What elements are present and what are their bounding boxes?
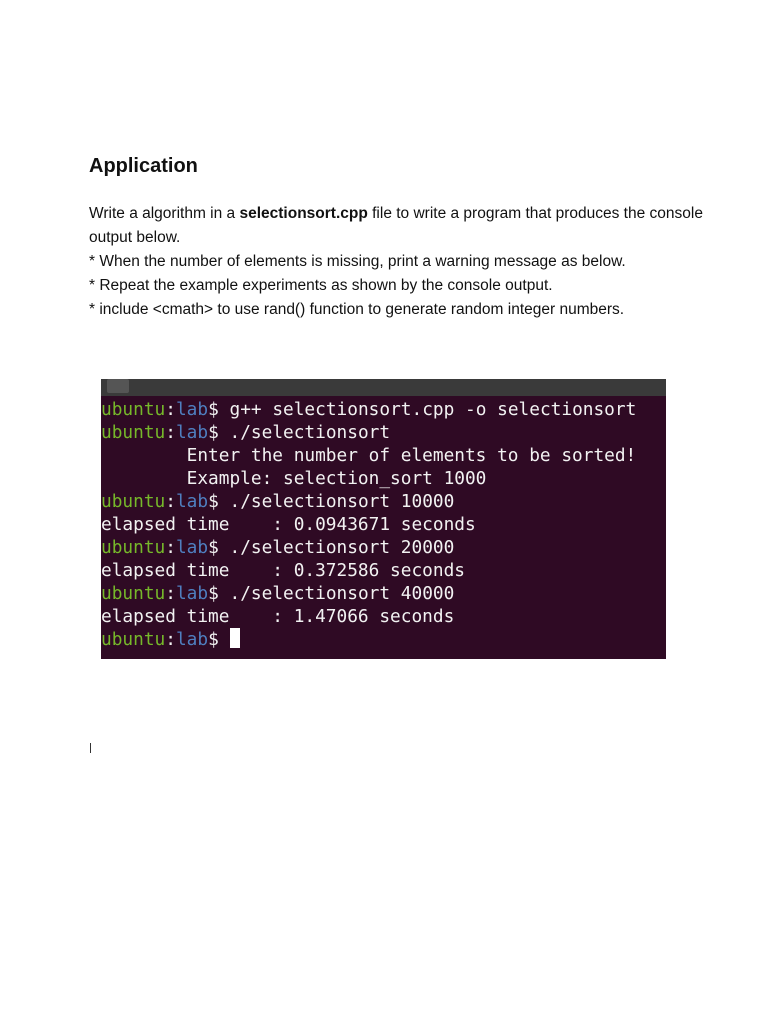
terminal-tab-button — [107, 379, 129, 393]
prompt-separator: : — [165, 399, 176, 420]
terminal-output-line: elapsed time : 1.47066 seconds — [101, 606, 455, 627]
intro-prefix: Write a algorithm in a — [89, 205, 240, 222]
prompt-dir: lab — [175, 537, 209, 558]
prompt-symbol: $ — [208, 537, 230, 558]
terminal-command-line: ubuntu:lab$ g++ selectionsort.cpp -o sel… — [101, 398, 666, 421]
terminal-output-line: elapsed time : 0.372586 seconds — [101, 560, 465, 581]
text-cursor — [90, 743, 91, 753]
command-text: ./selectionsort — [229, 422, 391, 443]
terminal-command-line: ubuntu:lab$ — [101, 628, 666, 651]
bullet: * include <cmath> to use rand() function… — [89, 301, 625, 318]
terminal-output-line: Enter the number of elements to be sorte… — [101, 445, 637, 466]
command-text: g++ selectionsort.cpp -o selectionsort — [229, 399, 637, 420]
prompt-user: ubuntu — [101, 399, 166, 420]
filename: selectionsort.cpp — [239, 205, 368, 222]
prompt-symbol: $ — [208, 422, 230, 443]
terminal-output-line: Example: selection_sort 1000 — [101, 468, 487, 489]
terminal-command-line: ubuntu:lab$ ./selectionsort — [101, 421, 666, 444]
prompt-symbol: $ — [208, 583, 230, 604]
prompt-user: ubuntu — [101, 629, 166, 650]
terminal-title-bar — [101, 379, 666, 396]
prompt-dir: lab — [175, 422, 209, 443]
prompt-separator: : — [165, 491, 176, 512]
prompt-separator: : — [165, 422, 176, 443]
prompt-symbol: $ — [208, 491, 230, 512]
intro-text: Write a algorithm in a selectionsort.cpp… — [89, 202, 709, 250]
bullet: * Repeat the example experiments as show… — [89, 277, 553, 294]
terminal-command-line: ubuntu:lab$ ./selectionsort 10000 — [101, 490, 666, 513]
instructions: Write a algorithm in a selectionsort.cpp… — [89, 202, 709, 322]
prompt-dir: lab — [175, 629, 209, 650]
prompt-separator: : — [165, 583, 176, 604]
prompt-symbol: $ — [208, 629, 230, 650]
prompt-separator: : — [165, 629, 176, 650]
terminal-cursor — [229, 628, 240, 648]
prompt-dir: lab — [175, 491, 209, 512]
command-text: ./selectionsort 10000 — [229, 491, 455, 512]
prompt-user: ubuntu — [101, 583, 166, 604]
prompt-symbol: $ — [208, 399, 230, 420]
prompt-user: ubuntu — [101, 491, 166, 512]
terminal-output: ubuntu:lab$ g++ selectionsort.cpp -o sel… — [101, 396, 666, 651]
command-text: ./selectionsort 40000 — [229, 583, 455, 604]
prompt-dir: lab — [175, 583, 209, 604]
prompt-dir: lab — [175, 399, 209, 420]
terminal-command-line: ubuntu:lab$ ./selectionsort 40000 — [101, 582, 666, 605]
prompt-separator: : — [165, 537, 176, 558]
bullet: * When the number of elements is missing… — [89, 253, 626, 270]
section-heading: Application — [89, 155, 198, 177]
terminal-command-line: ubuntu:lab$ ./selectionsort 20000 — [101, 536, 666, 559]
command-text: ./selectionsort 20000 — [229, 537, 455, 558]
terminal-screenshot: ubuntu:lab$ g++ selectionsort.cpp -o sel… — [101, 379, 666, 659]
prompt-user: ubuntu — [101, 537, 166, 558]
terminal-output-line: elapsed time : 0.0943671 seconds — [101, 514, 476, 535]
prompt-user: ubuntu — [101, 422, 166, 443]
